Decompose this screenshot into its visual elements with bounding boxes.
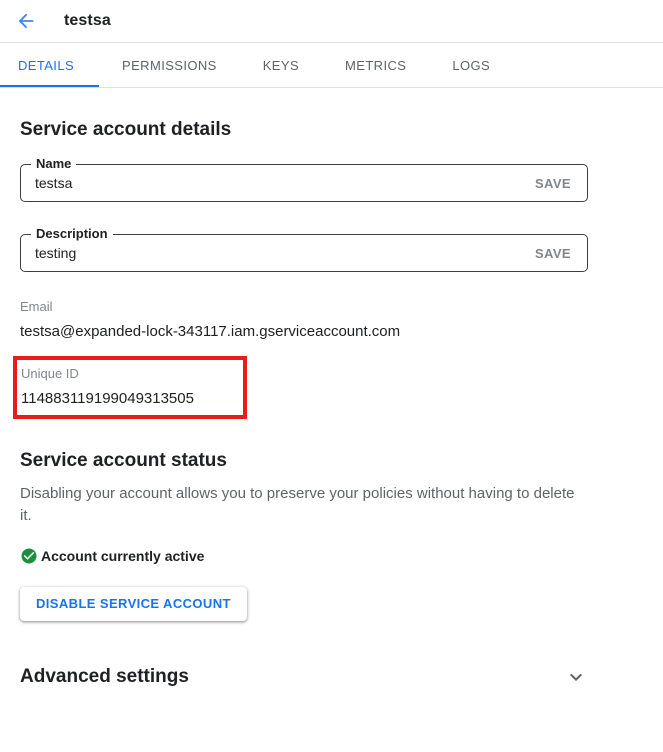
tab-keys[interactable]: KEYS — [240, 43, 322, 87]
name-input[interactable] — [21, 175, 527, 191]
name-field-label: Name — [31, 156, 76, 172]
unique-id-label: Unique ID — [21, 365, 239, 383]
status-description: Disabling your account allows you to pre… — [20, 483, 575, 527]
description-input[interactable] — [21, 245, 527, 261]
advanced-settings-heading: Advanced settings — [20, 665, 189, 689]
check-circle-icon — [20, 547, 38, 565]
description-field: Description SAVE — [20, 234, 588, 272]
service-account-details-page: testsa DETAILS PERMISSIONS KEYS METRICS … — [0, 0, 663, 752]
description-save-button[interactable]: SAVE — [527, 246, 587, 261]
header: testsa — [0, 0, 663, 43]
tab-bar: DETAILS PERMISSIONS KEYS METRICS LOGS — [0, 43, 663, 88]
unique-id-highlight-box: Unique ID 114883119199049313505 — [13, 356, 247, 419]
name-field: Name SAVE — [20, 164, 588, 202]
page-title: testsa — [64, 12, 111, 30]
name-save-button[interactable]: SAVE — [527, 176, 587, 191]
email-value: testsa@expanded-lock-343117.iam.gservice… — [20, 322, 643, 342]
back-button[interactable] — [14, 9, 38, 33]
tab-details[interactable]: DETAILS — [0, 43, 99, 87]
details-heading: Service account details — [20, 118, 643, 142]
advanced-settings-row[interactable]: Advanced settings — [20, 665, 588, 689]
chevron-down-icon[interactable] — [564, 665, 588, 689]
unique-id-value: 114883119199049313505 — [21, 389, 239, 409]
email-label: Email — [20, 298, 643, 316]
tab-permissions[interactable]: PERMISSIONS — [99, 43, 240, 87]
main-content: Service account details Name SAVE Descri… — [0, 118, 663, 689]
status-heading: Service account status — [20, 449, 643, 473]
tab-logs[interactable]: LOGS — [429, 43, 513, 87]
tab-metrics[interactable]: METRICS — [322, 43, 429, 87]
status-row: Account currently active — [20, 547, 643, 565]
description-field-label: Description — [31, 226, 113, 242]
disable-service-account-button[interactable]: DISABLE SERVICE ACCOUNT — [20, 587, 247, 621]
arrow-back-icon — [15, 10, 37, 32]
status-state-label: Account currently active — [41, 548, 204, 564]
